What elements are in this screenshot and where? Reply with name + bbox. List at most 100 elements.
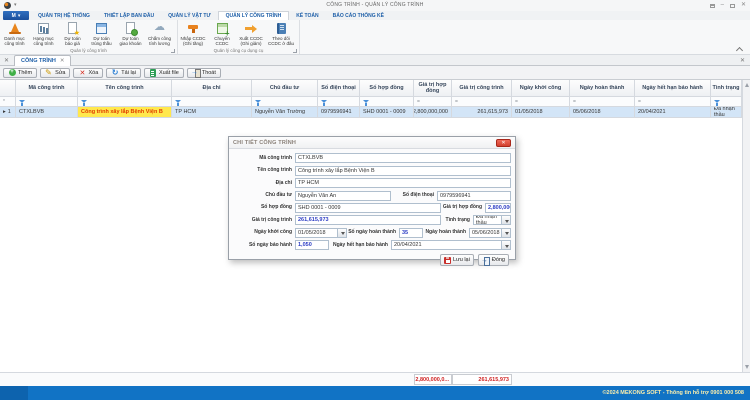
chevron-down-icon[interactable]: [505, 232, 509, 235]
datepicker-ngay-khoi-cong[interactable]: 01/05/2018: [295, 228, 347, 238]
filter-funnel-icon[interactable]: [255, 100, 261, 103]
ribbon-button-chuyen-ccdc[interactable]: ChuyểnCCDC: [208, 21, 236, 47]
filter-cell[interactable]: [711, 97, 742, 107]
edit-button[interactable]: Sửa: [40, 68, 70, 78]
filter-cell[interactable]: =: [570, 97, 635, 107]
column-header-ngay-hoan-thanh[interactable]: Ngày hoàn thành: [570, 80, 635, 97]
table-row[interactable]: ▸1 CTXLBVB Công trình xây lắp Bệnh Viện …: [0, 107, 742, 118]
select-tinh-trang[interactable]: Đã nhận thầu: [473, 215, 511, 225]
grid-vertical-scrollbar[interactable]: [742, 80, 750, 372]
filter-funnel-icon[interactable]: [321, 100, 327, 103]
chevron-down-icon[interactable]: [505, 245, 509, 248]
scroll-down-icon[interactable]: [745, 365, 749, 369]
style-button[interactable]: [710, 4, 715, 8]
column-header-dia-chi[interactable]: Địa chỉ: [172, 80, 252, 97]
column-header-gia-tri-hop-dong[interactable]: Giá trị hợp đồng: [414, 80, 452, 97]
column-header-ten-cong-trinh[interactable]: Tên công trình: [78, 80, 172, 97]
cell-dia-chi[interactable]: TP HCM: [172, 107, 252, 118]
ribbon-tab-thiet-lap-ban-dau[interactable]: THIẾT LẬP BAN ĐẦU: [97, 11, 161, 20]
input-ma-cong-trinh[interactable]: CTXLBVB: [295, 153, 511, 163]
group-dialog-launcher-icon[interactable]: [171, 49, 175, 53]
input-gia-tri-cong-trinh[interactable]: 261,615,973: [295, 215, 441, 225]
datepicker-ngay-hoan-thanh[interactable]: 05/06/2018: [469, 228, 511, 238]
ribbon-tab-bao-cao-thong-ke[interactable]: BÁO CÁO THỐNG KÊ: [326, 11, 391, 20]
close-button[interactable]: ✕: [741, 1, 746, 10]
cell-tinh-trang[interactable]: Đã nhận thầu: [711, 107, 742, 118]
datepicker-ngay-het-han-bao-hanh[interactable]: 20/04/2021: [391, 240, 511, 250]
ribbon-button-du-toan-bao-gia[interactable]: Dự toánbáo giá: [58, 21, 87, 47]
cell-so-hop-dong[interactable]: SHD 0001 - 0009: [360, 107, 414, 118]
exit-button[interactable]: Thoát: [187, 68, 221, 78]
cell-chu-dau-tu[interactable]: Nguyễn Văn Trường: [252, 107, 318, 118]
cell-ngay-khoi-cong[interactable]: 01/05/2018: [512, 107, 570, 118]
chevron-down-icon[interactable]: [505, 220, 509, 223]
column-header-ngay-het-han-bao-hanh[interactable]: Ngày hết hạn bảo hành: [635, 80, 711, 97]
filter-equals-icon[interactable]: =: [417, 99, 420, 105]
filter-funnel-icon[interactable]: [714, 100, 720, 103]
tab-close-icon[interactable]: ✕: [60, 58, 65, 64]
input-so-hop-dong[interactable]: SHD 0001 - 0009: [295, 203, 441, 213]
column-header-so-hop-dong[interactable]: Số hợp đồng: [360, 80, 414, 97]
cell-so-dien-thoai[interactable]: 0979596941: [318, 107, 360, 118]
filter-cell[interactable]: [78, 97, 172, 107]
input-ten-cong-trinh[interactable]: Công trình xây lắp Bệnh Viện B: [295, 166, 511, 176]
cell-gia-tri-hop-dong[interactable]: 2,800,000,000: [414, 107, 452, 118]
column-header-gia-tri-cong-trinh[interactable]: Giá trị công trình: [452, 80, 512, 97]
ribbon-tab-quan-tri-he-thong[interactable]: QUẢN TRỊ HỆ THỐNG: [31, 11, 97, 20]
tabstrip-close-left-icon[interactable]: ✕: [4, 57, 9, 64]
filter-cell[interactable]: [360, 97, 414, 107]
ribbon-tab-quan-ly-cong-trinh[interactable]: QUẢN LÝ CÔNG TRÌNH: [218, 11, 290, 20]
cell-gia-tri-cong-trinh[interactable]: 261,615,973: [452, 107, 512, 118]
cell-ngay-het-han-bao-hanh[interactable]: 20/04/2021: [635, 107, 711, 118]
reload-button[interactable]: Tải lại: [106, 68, 141, 78]
chevron-down-icon[interactable]: [341, 232, 345, 235]
ribbon-button-cham-cong-tinh-luong[interactable]: Chấm côngtính lương: [145, 21, 174, 47]
input-dia-chi[interactable]: TP HCM: [295, 178, 511, 188]
input-so-ngay-bao-hanh[interactable]: 1,050: [295, 240, 329, 250]
column-header-ngay-khoi-cong[interactable]: Ngày khởi công: [512, 80, 570, 97]
app-menu-button[interactable]: M▾: [3, 11, 29, 20]
column-header-tinh-trang[interactable]: Tình trạng: [711, 80, 742, 97]
filter-funnel-icon[interactable]: [81, 100, 87, 103]
filter-cell[interactable]: [16, 97, 78, 107]
ribbon-tab-ke-toan[interactable]: KẾ TOÁN: [289, 11, 325, 20]
filter-cell[interactable]: [318, 97, 360, 107]
ribbon-collapse-icon[interactable]: [737, 46, 742, 51]
filter-cell[interactable]: =: [414, 97, 452, 107]
tabstrip-close-right-icon[interactable]: ✕: [740, 57, 745, 64]
minimize-button[interactable]: –: [721, 1, 724, 10]
dialog-title-bar[interactable]: CHI TIẾT CÔNG TRÌNH: [229, 137, 515, 149]
ribbon-button-nhap-ccdc[interactable]: Nhập CCDC(Ghi tăng): [178, 21, 208, 47]
column-header-so-dien-thoai[interactable]: Số điện thoại: [318, 80, 360, 97]
ribbon-button-du-toan-giao-khoan[interactable]: Dự toángiao khoán: [116, 21, 145, 47]
filter-funnel-icon[interactable]: [363, 100, 369, 103]
dialog-close-button[interactable]: [496, 139, 511, 147]
filter-funnel-icon[interactable]: [175, 100, 181, 103]
tab-cong-trinh[interactable]: CÔNG TRÌNH ✕: [14, 55, 71, 66]
ribbon-tab-quan-ly-vat-tu[interactable]: QUẢN LÝ VẬT TƯ: [161, 11, 217, 20]
ribbon-button-danh-muc-cong-trinh[interactable]: Danh mụccông trình: [0, 21, 29, 47]
column-header-ma-cong-trinh[interactable]: Mã công trình: [16, 80, 78, 97]
scroll-up-icon[interactable]: [745, 83, 749, 87]
filter-cell[interactable]: =: [452, 97, 512, 107]
group-dialog-launcher-icon[interactable]: [293, 49, 297, 53]
save-button[interactable]: Lưu lại: [440, 254, 474, 266]
filter-cell[interactable]: [252, 97, 318, 107]
ribbon-button-du-toan-trung-thau[interactable]: Dự toántrúng thầu: [87, 21, 116, 47]
filter-equals-icon[interactable]: =: [638, 99, 641, 105]
ribbon-button-theo-doi-ccdc[interactable]: Theo dõiCCDC ở đâu: [266, 21, 296, 47]
filter-funnel-icon[interactable]: [19, 100, 25, 103]
input-gia-tri-hop-dong[interactable]: 2,800,000,000: [485, 203, 511, 213]
cell-ten-cong-trinh[interactable]: Công trình xây lắp Bệnh Viện B: [78, 107, 172, 118]
filter-cell[interactable]: [172, 97, 252, 107]
filter-equals-icon[interactable]: =: [515, 99, 518, 105]
ribbon-button-xuat-ccdc[interactable]: Xuất CCDC(Ghi giảm): [236, 21, 266, 47]
filter-equals-icon[interactable]: =: [573, 99, 576, 105]
ribbon-button-hang-muc-cong-trinh[interactable]: Hạng mụccông trình: [29, 21, 58, 47]
input-chu-dau-tu[interactable]: Nguyễn Văn An: [295, 191, 391, 201]
dialog-close-action-button[interactable]: Đóng: [478, 254, 509, 266]
column-header-chu-dau-tu[interactable]: Chủ đầu tư: [252, 80, 318, 97]
maximize-button[interactable]: [730, 4, 735, 8]
cell-ngay-hoan-thanh[interactable]: 05/06/2018: [570, 107, 635, 118]
delete-button[interactable]: Xóa: [73, 68, 103, 78]
